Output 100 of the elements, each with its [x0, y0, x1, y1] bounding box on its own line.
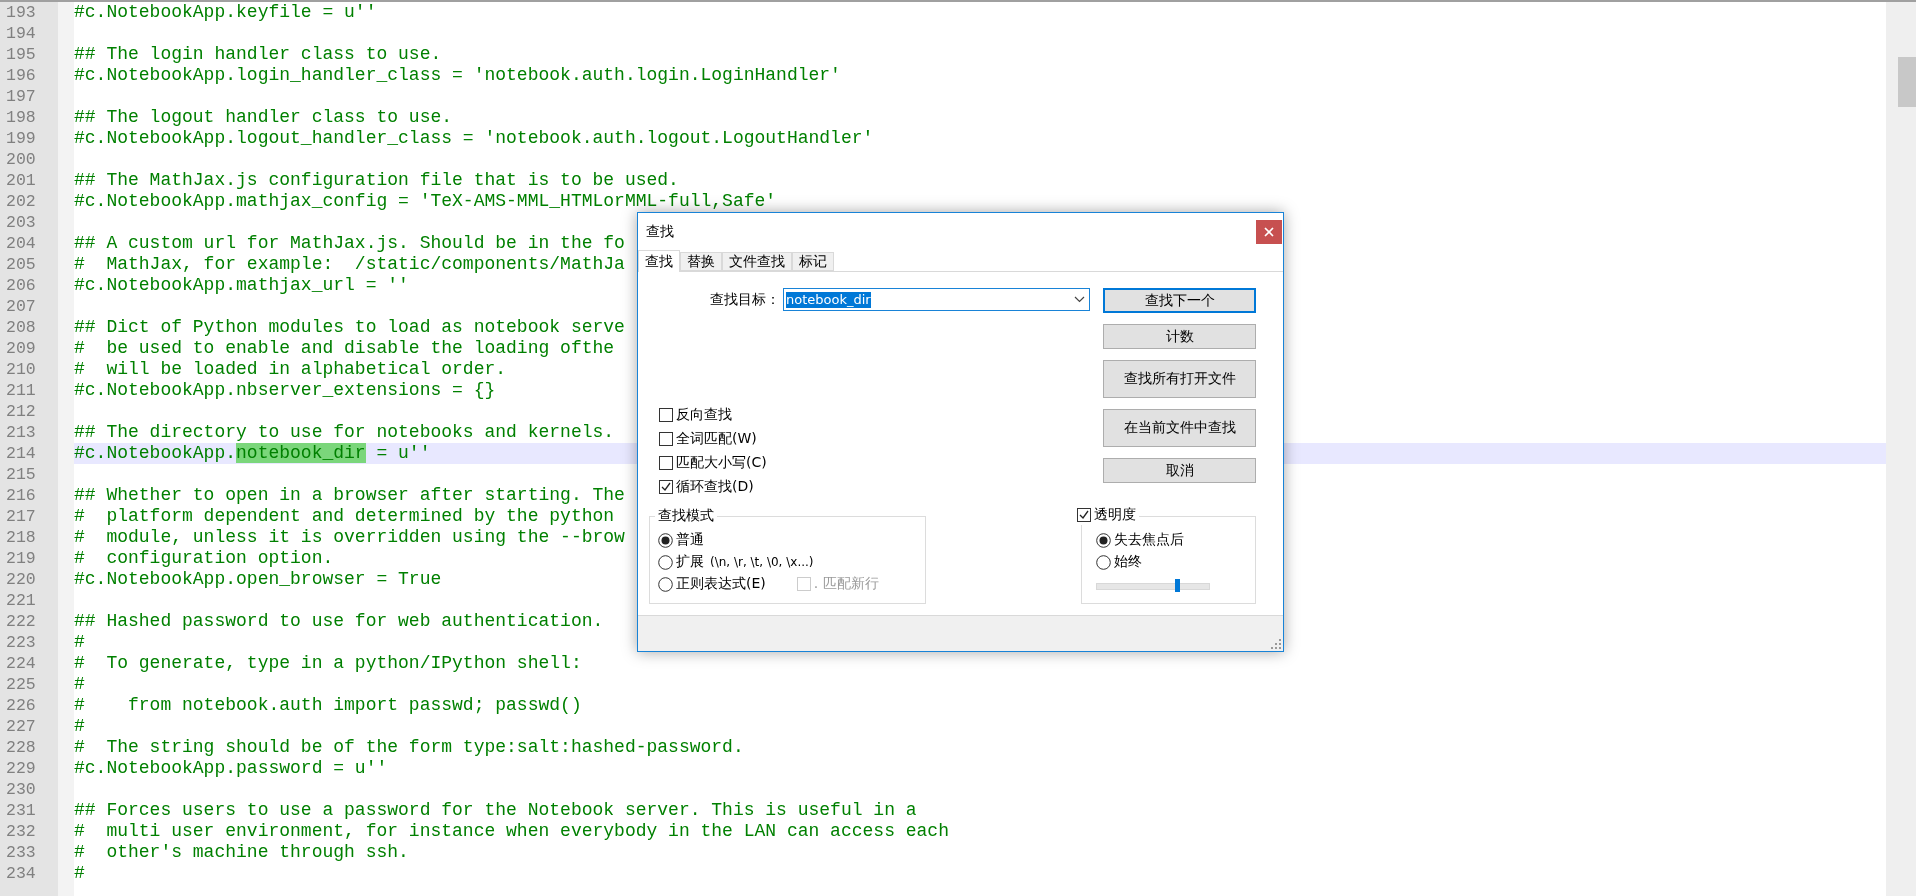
line-number: 200: [6, 150, 36, 169]
code-line: ## Hashed password to use for web authentication.: [74, 611, 604, 632]
close-button[interactable]: [1256, 220, 1282, 244]
checkbox[interactable]: [659, 432, 673, 446]
line-number: 197: [6, 87, 36, 106]
search-combobox[interactable]: notebook_dir: [783, 288, 1090, 311]
tab[interactable]: 替换: [680, 252, 722, 271]
radio-button[interactable]: [658, 532, 673, 548]
line-number: 226: [6, 696, 36, 715]
line-number: 225: [6, 675, 36, 694]
line-number: 217: [6, 507, 36, 526]
code-line: #c.NotebookApp.logout_handler_class = 'notebook.auth.logout.LogoutHandler': [74, 128, 874, 149]
line-number: 212: [6, 402, 36, 421]
code-line: # be used to enable and disable the loading ofthe: [74, 338, 615, 359]
line-number: 205: [6, 255, 36, 274]
line-number: 207: [6, 297, 36, 316]
dialog-button[interactable]: 计数: [1103, 324, 1256, 349]
line-number: 206: [6, 276, 36, 295]
code-line: #c.NotebookApp.nbserver_extensions = {}: [74, 380, 496, 401]
line-number: 215: [6, 465, 36, 484]
line-number: 210: [6, 360, 36, 379]
checkbox[interactable]: [659, 456, 673, 470]
checkbox-label: . 匹配新行: [813, 575, 879, 593]
dialog-button[interactable]: 在当前文件中查找: [1103, 409, 1256, 447]
radio-label: 普通: [676, 531, 704, 549]
line-number: 198: [6, 108, 36, 127]
line-number: 201: [6, 171, 36, 190]
slider-thumb[interactable]: [1174, 579, 1180, 592]
radio-label: 扩展: [676, 553, 704, 571]
dialog-title: 查找: [646, 223, 674, 241]
line-number: 230: [6, 780, 36, 799]
scrollbar[interactable]: [1886, 2, 1916, 896]
line-number: 220: [6, 570, 36, 589]
code-line: #: [74, 863, 85, 884]
line-number: 196: [6, 66, 36, 85]
tab[interactable]: 查找: [638, 250, 680, 272]
radio-label: 失去焦点后: [1114, 531, 1184, 549]
code-line: #c.NotebookApp.mathjax_url = '': [74, 275, 409, 296]
code-line: # platform dependent and determined by the python: [74, 506, 615, 527]
code-line: # The string should be of the form type:salt:hashed-password.: [74, 737, 744, 758]
line-number: 221: [6, 591, 36, 610]
radio-button[interactable]: [658, 554, 673, 570]
line-number: 223: [6, 633, 36, 652]
line-number: 233: [6, 843, 36, 862]
code-line: # from notebook.auth import passwd; passwd(): [74, 695, 582, 716]
tab[interactable]: 文件查找: [722, 252, 792, 271]
radio-button[interactable]: [658, 576, 673, 592]
code-line: # To generate, type in a python/IPython shell:: [74, 653, 582, 674]
checkbox-label: 全词匹配(W): [676, 430, 757, 448]
code-line: ## The directory to use for notebooks and kernels.: [74, 422, 615, 443]
radio-button[interactable]: [1096, 554, 1111, 570]
code-line: # will be loaded in alphabetical order.: [74, 359, 507, 380]
code-line: ## Dict of Python modules to load as notebook serve: [74, 317, 625, 338]
line-number: 218: [6, 528, 36, 547]
line-number: 202: [6, 192, 36, 211]
code-line: # MathJax, for example: /static/components/MathJa: [74, 254, 625, 275]
line-number: 227: [6, 717, 36, 736]
scrollbar-thumb[interactable]: [1898, 57, 1916, 107]
line-number: 203: [6, 213, 36, 232]
code-line: #c.NotebookApp.login_handler_class = 'notebook.auth.login.LoginHandler': [74, 65, 841, 86]
code-line: #c.NotebookApp.password = u'': [74, 758, 388, 779]
line-number: 214: [6, 444, 36, 463]
checkbox[interactable]: [659, 480, 673, 494]
radio-button[interactable]: [1096, 532, 1111, 548]
line-number: 195: [6, 45, 36, 64]
dialog-button[interactable]: 取消: [1103, 458, 1256, 483]
code-line: #c.NotebookApp.notebook_dir = u'': [74, 443, 431, 464]
code-line: #c.NotebookApp.mathjax_config = 'TeX-AMS-MML_HTMLorMML-full,Safe': [74, 191, 777, 212]
radio-hint: (\n, \r, \t, \0, \x...): [710, 555, 814, 569]
code-line: ## Whether to open in a browser after starting. The: [74, 485, 625, 506]
code-line: ## Forces users to use a password for the Notebook server. This is useful in a: [74, 800, 917, 821]
code-line: #c.NotebookApp.open_browser = True: [74, 569, 442, 590]
radio-label: 始终: [1114, 553, 1142, 571]
line-number: 228: [6, 738, 36, 757]
tab[interactable]: 标记: [792, 252, 834, 271]
code-line: ## A custom url for MathJax.js. Should be in the fo: [74, 233, 625, 254]
group-title: 查找模式: [658, 507, 714, 525]
checkbox[interactable]: [659, 408, 673, 422]
checkbox-label: 匹配大小写(C): [676, 454, 767, 472]
line-number: 234: [6, 864, 36, 883]
code-line: #: [74, 674, 85, 695]
code-line: # other's machine through ssh.: [74, 842, 409, 863]
checkbox-label: 透明度: [1094, 506, 1136, 524]
line-number: 193: [6, 3, 36, 22]
code-line: ## The MathJax.js configuration file that is to be used.: [74, 170, 679, 191]
line-number: 199: [6, 129, 36, 148]
code-line: # configuration option.: [74, 548, 334, 569]
line-number: 208: [6, 318, 36, 337]
line-number: 231: [6, 801, 36, 820]
line-number: 213: [6, 423, 36, 442]
checkbox-label: 反向查找: [676, 406, 732, 424]
code-line: #: [74, 716, 85, 737]
line-number: 229: [6, 759, 36, 778]
line-number: 222: [6, 612, 36, 631]
code-line: # module, unless it is overridden using the --brow: [74, 527, 625, 548]
line-number: 204: [6, 234, 36, 253]
dialog-button[interactable]: 查找下一个: [1103, 288, 1256, 313]
close-icon: [1262, 225, 1276, 239]
checkbox[interactable]: [1077, 508, 1091, 522]
dialog-button[interactable]: 查找所有打开文件: [1103, 360, 1256, 398]
